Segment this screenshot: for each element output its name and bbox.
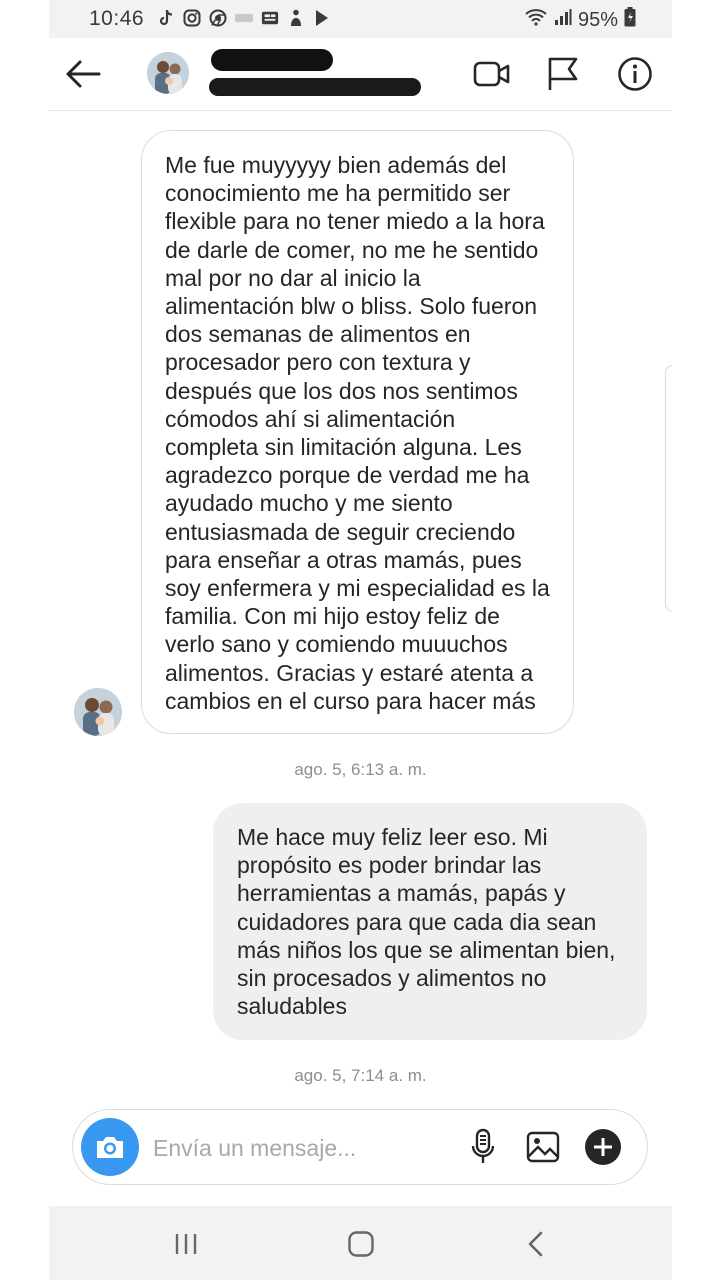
redacted-subtitle xyxy=(209,78,421,96)
flag-icon[interactable] xyxy=(543,54,583,94)
chat-header xyxy=(49,38,672,111)
navigation-bar xyxy=(49,1206,672,1280)
message-timestamp: ago. 5, 7:14 a. m. xyxy=(294,1066,427,1085)
tiktok-icon xyxy=(157,9,175,27)
status-right: 95% xyxy=(524,7,636,33)
instagram-icon xyxy=(183,9,201,27)
chrome-icon xyxy=(209,9,227,27)
status-time: 10:46 xyxy=(89,7,145,30)
avatar[interactable] xyxy=(74,688,122,736)
status-bar: 10:46 95% xyxy=(49,0,672,38)
signal-icon xyxy=(554,8,572,32)
home-icon[interactable] xyxy=(341,1224,381,1264)
news-icon xyxy=(261,9,279,27)
app-icon xyxy=(235,9,253,27)
battery-icon xyxy=(624,7,636,33)
recents-icon[interactable] xyxy=(166,1224,206,1264)
camera-icon[interactable] xyxy=(81,1118,139,1176)
add-icon[interactable] xyxy=(583,1127,623,1167)
notification-icons xyxy=(157,9,331,27)
info-icon[interactable] xyxy=(615,54,655,94)
redacted-name xyxy=(211,49,333,71)
video-call-icon[interactable] xyxy=(472,54,512,94)
incoming-message-bubble[interactable]: Me fue muyyyyy bien además del conocimie… xyxy=(141,130,574,735)
phone-screen: 10:46 95% Me fue muyyyyy bien además del… xyxy=(49,0,672,1280)
left-margin xyxy=(0,0,49,1280)
outgoing-message-bubble[interactable]: Me hace muy feliz leer eso. Mi propósito… xyxy=(213,803,647,1041)
avatar[interactable] xyxy=(147,52,189,94)
wifi-icon xyxy=(524,8,548,32)
back-arrow-icon[interactable] xyxy=(63,54,105,94)
play-icon xyxy=(313,9,331,27)
right-margin xyxy=(672,0,720,1280)
message-composer xyxy=(72,1109,648,1185)
microphone-icon[interactable] xyxy=(463,1127,503,1167)
gallery-icon[interactable] xyxy=(523,1127,563,1167)
back-icon[interactable] xyxy=(516,1224,556,1264)
scroll-handle[interactable] xyxy=(665,365,672,612)
message-timestamp: ago. 5, 6:13 a. m. xyxy=(294,760,427,779)
battery-percent: 95% xyxy=(577,8,618,31)
figure-icon xyxy=(287,9,305,27)
message-input[interactable] xyxy=(151,1128,455,1168)
